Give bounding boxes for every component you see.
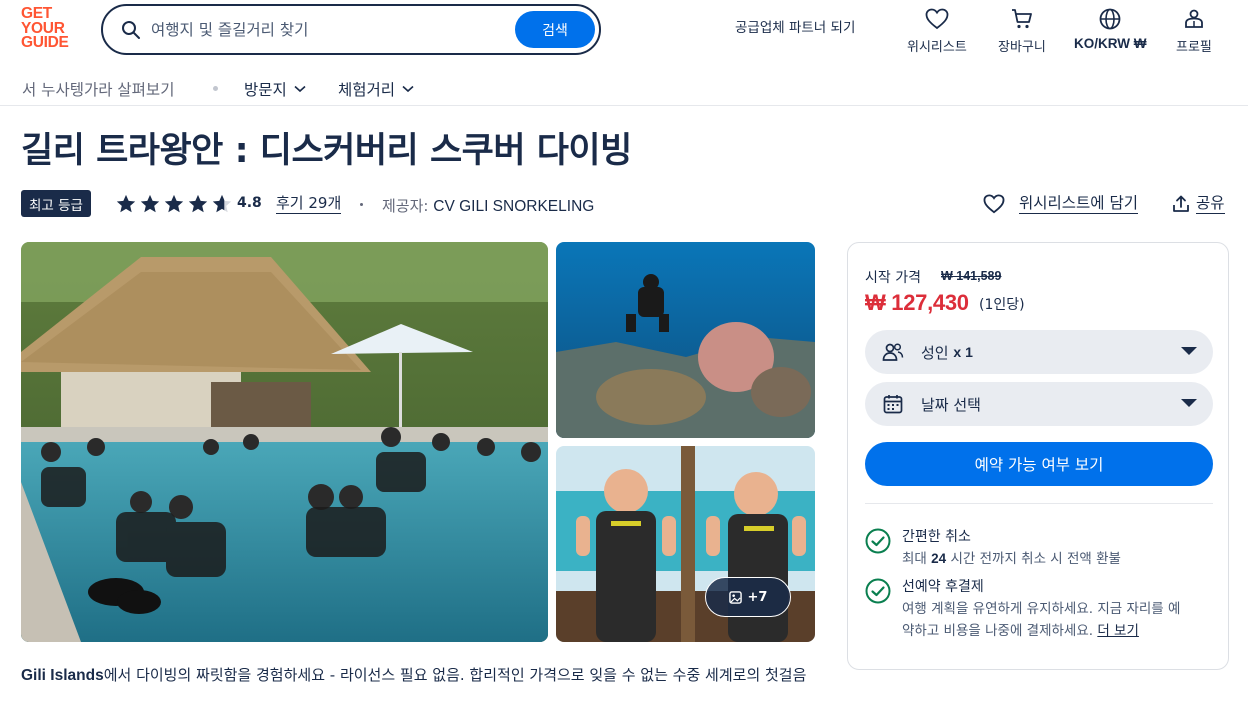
image-icon: [728, 590, 742, 604]
page-title: 길리 트라왕안 : 디스커버리 스쿠버 다이빙: [21, 131, 632, 171]
per-person-label: (1인당): [979, 297, 1025, 313]
share-button[interactable]: 공유: [1172, 193, 1225, 214]
top-rated-badge: 최고 등급: [21, 190, 91, 217]
rating-value: 4.8: [237, 195, 262, 211]
rating-stars: [115, 193, 233, 215]
caret-down-icon: [1181, 399, 1197, 407]
search-bar: 검색: [101, 4, 601, 55]
nav-cart-label: 장바구니: [998, 40, 1046, 55]
participants-icon: [865, 342, 921, 362]
nav-wishlist-label: 위시리스트: [907, 40, 967, 55]
reviews-link[interactable]: 후기 29개: [276, 193, 342, 214]
nav-wishlist[interactable]: 위시리스트: [907, 6, 967, 55]
check-circle-icon: [865, 576, 902, 642]
share-label: 공유: [1196, 194, 1225, 214]
star-half-icon: [212, 194, 232, 213]
original-price: ₩ 141,589: [941, 269, 1002, 283]
logo-line-3: GUIDE: [21, 34, 69, 51]
provider-label: 제공자:: [382, 197, 429, 215]
free-cancellation-title: 간편한 취소: [902, 529, 971, 545]
profile-icon: [1183, 6, 1205, 32]
main-photo-pool-dive-lesson[interactable]: [21, 242, 548, 642]
nav-profile-label: 프로필: [1176, 40, 1212, 55]
free-cancellation-hours: 24: [931, 551, 947, 566]
nav-language-currency[interactable]: KO/KRW ₩: [1074, 6, 1147, 51]
caret-down-icon: [1181, 347, 1197, 355]
search-button[interactable]: 검색: [515, 11, 595, 48]
price-from-label: 시작 가격: [865, 270, 921, 286]
nav-cart[interactable]: 장바구니: [998, 6, 1046, 55]
search-input[interactable]: [151, 20, 501, 39]
separator-dot: [360, 203, 363, 206]
date-label: 날짜 선택: [921, 395, 981, 414]
share-icon: [1173, 195, 1189, 212]
current-price: ₩ 127,430: [865, 290, 969, 315]
heart-icon: [983, 193, 1005, 213]
photo-underwater-turtle[interactable]: [556, 242, 815, 438]
chevron-down-icon: [402, 85, 414, 93]
star-icon: [164, 194, 184, 213]
heart-icon: [925, 6, 949, 32]
explore-region-link[interactable]: 서 누사텡가라 살펴보기: [22, 78, 174, 100]
product-short-description: Gili Islands에서 다이빙의 짜릿함을 경험하세요 - 라이선스 필요…: [21, 664, 816, 687]
star-icon: [140, 194, 160, 213]
reserve-now-text-line1: 여행 계획을 유연하게 유지하세요. 지금 자리를 예: [902, 601, 1181, 617]
nav-language-label: KO/KRW ₩: [1074, 36, 1147, 51]
read-more-link[interactable]: 더 보기: [1097, 623, 1139, 639]
free-cancellation-text: 최대 24 시간 전까지 취소 시 전액 환불: [902, 548, 1121, 570]
description-place: Gili Islands: [21, 667, 104, 684]
getyourguide-logo[interactable]: GET YOUR GUIDE: [21, 6, 79, 51]
chevron-down-icon: [294, 85, 306, 93]
reserve-now-text-line2: 약하고 비용을 나중에 결제하세요. 더 보기: [902, 620, 1180, 642]
search-icon: [121, 19, 143, 41]
date-selector[interactable]: 날짜 선택: [865, 382, 1213, 426]
reserve-now-pay-later-feature: 선예약 후결제 여행 계획을 유연하게 유지하세요. 지금 자리를 예 약하고 …: [865, 576, 1215, 642]
places-dropdown[interactable]: 방문지: [244, 78, 306, 100]
reserve-now-title: 선예약 후결제: [902, 579, 984, 595]
provider-name[interactable]: CV GILI SNORKELING: [433, 198, 594, 215]
free-cancellation-text-post: 시간 전까지 취소 시 전액 환불: [950, 551, 1121, 567]
free-cancellation-feature: 간편한 취소 최대 24 시간 전까지 취소 시 전액 환불: [865, 526, 1215, 570]
calendar-icon: [865, 394, 921, 414]
card-divider: [865, 503, 1213, 504]
add-to-wishlist-button[interactable]: 위시리스트에 담기: [983, 193, 1139, 214]
activities-dropdown-label: 체험거리: [338, 81, 396, 99]
participants-count: x 1: [953, 344, 973, 360]
check-circle-icon: [865, 526, 902, 570]
participants-label: 성인: [921, 343, 949, 362]
globe-icon: [1098, 6, 1122, 32]
participants-selector[interactable]: 성인 x 1: [865, 330, 1213, 374]
star-icon: [188, 194, 208, 213]
places-dropdown-label: 방문지: [244, 81, 287, 99]
nav-separator-dot: [213, 86, 218, 91]
free-cancellation-text-pre: 최대: [902, 551, 927, 567]
star-icon: [116, 194, 136, 213]
secondary-nav: 서 누사텡가라 살펴보기 방문지 체험거리: [0, 70, 1248, 106]
check-availability-button[interactable]: 예약 가능 여부 보기: [865, 442, 1213, 486]
reserve-now-text-line2-body: 약하고 비용을 나중에 결제하세요.: [902, 623, 1094, 639]
description-text: 에서 다이빙의 짜릿함을 경험하세요 - 라이선스 필요 없음. 합리적인 가격…: [103, 666, 807, 684]
booking-card: 시작 가격 ₩ 141,589 ₩ 127,430 (1인당) 성인 x 1 날…: [847, 242, 1229, 670]
cart-icon: [1010, 6, 1034, 32]
nav-profile[interactable]: 프로필: [1176, 6, 1212, 55]
supplier-partner-link[interactable]: 공급업체 파트너 되기: [735, 16, 855, 36]
activities-dropdown[interactable]: 체험거리: [338, 78, 414, 100]
wishlist-label: 위시리스트에 담기: [1019, 194, 1139, 214]
more-photos-button[interactable]: +7: [705, 577, 791, 617]
provider-info: 제공자: CV GILI SNORKELING: [382, 195, 594, 216]
more-photos-count: +7: [747, 589, 768, 605]
